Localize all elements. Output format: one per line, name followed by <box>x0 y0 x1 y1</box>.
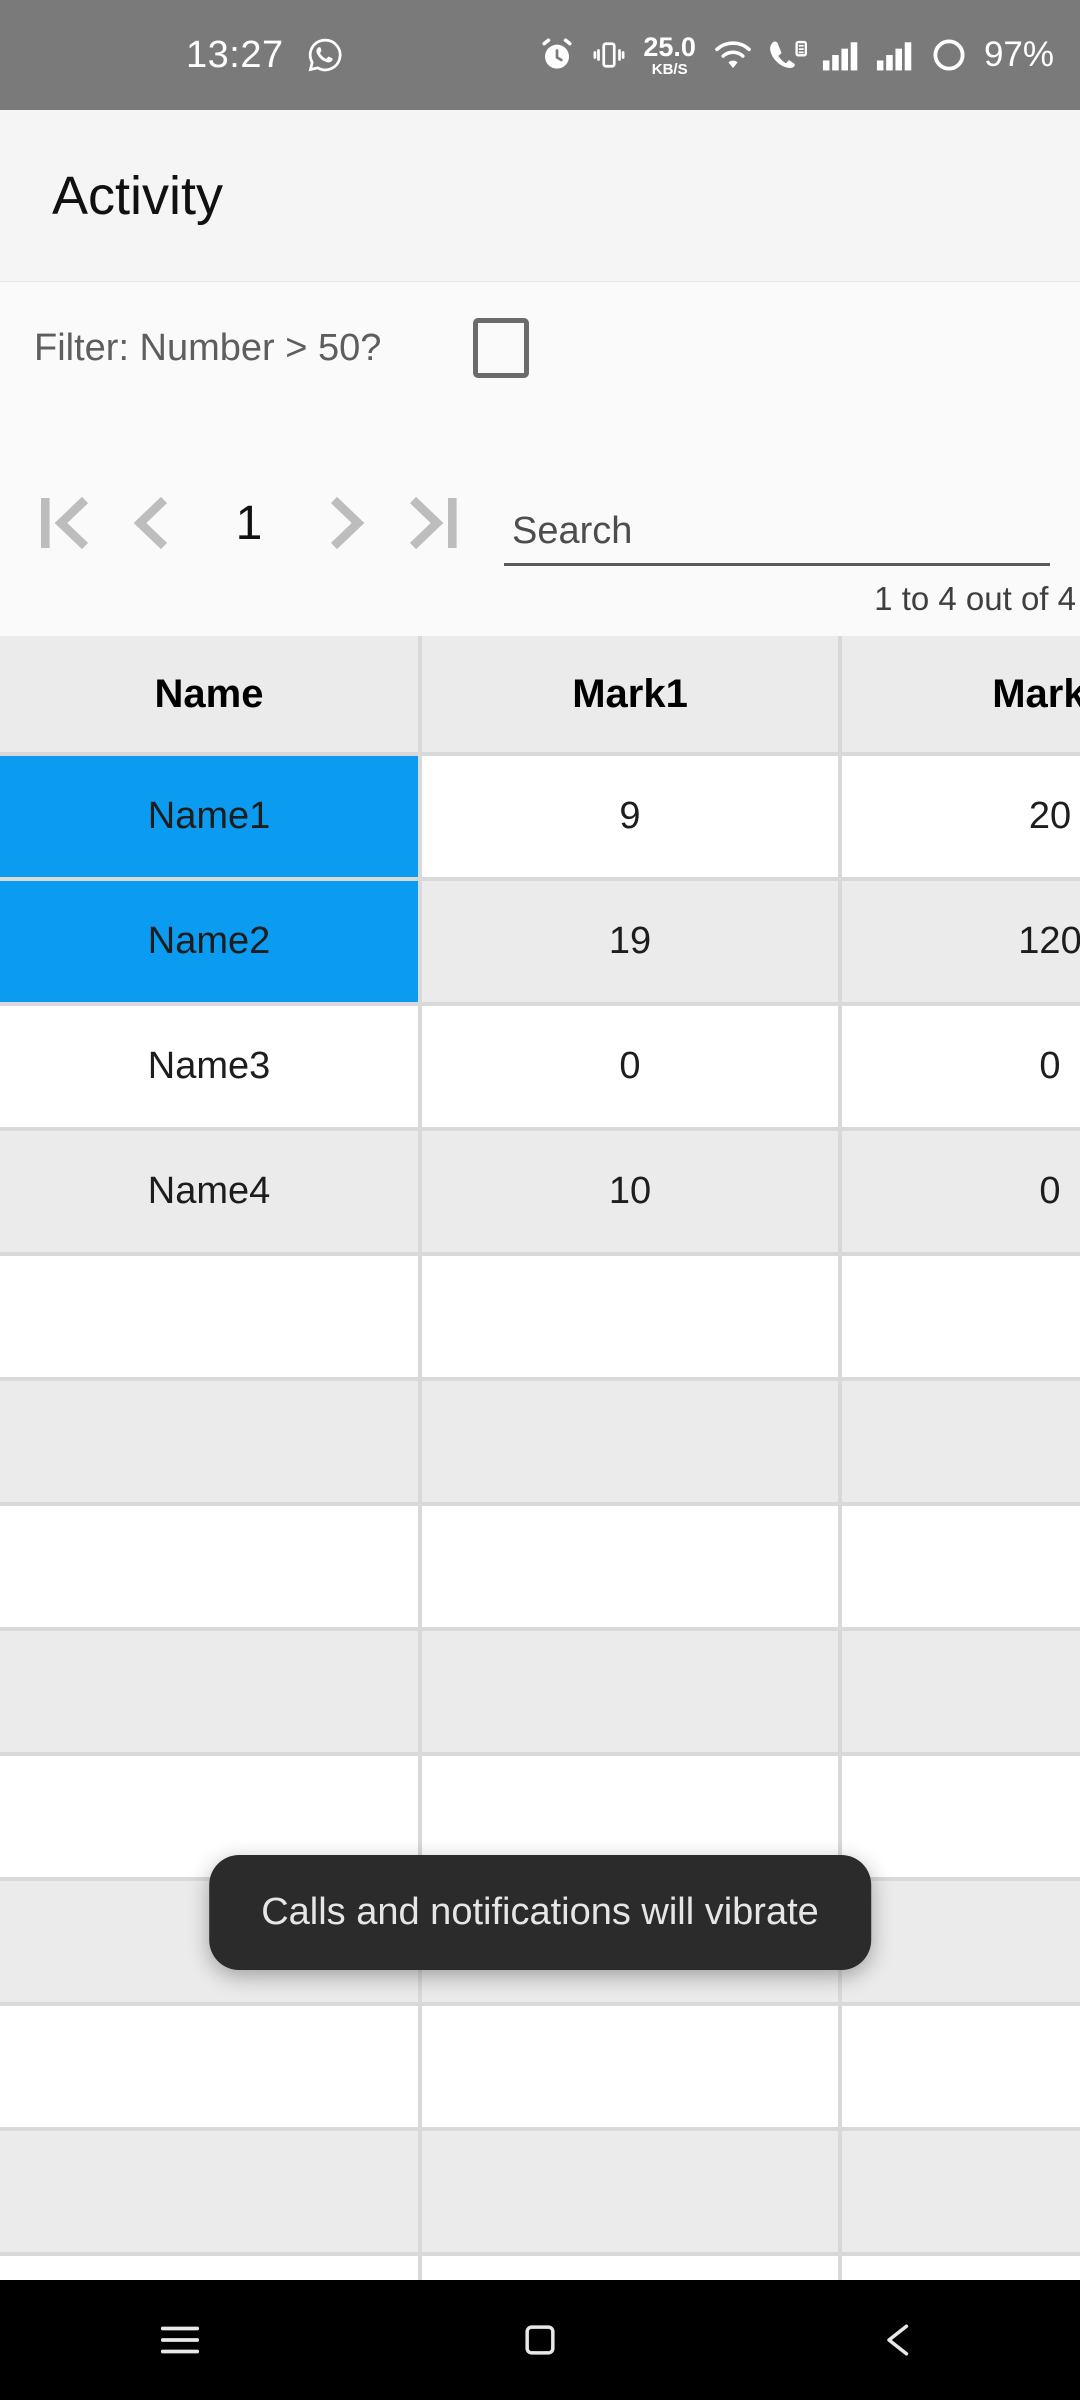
cell-mark1[interactable] <box>420 2254 842 2280</box>
cell-mark1[interactable]: 0 <box>420 1004 842 1131</box>
filter-label: Filter: Number > 50? <box>34 326 382 369</box>
signal-bars-icon <box>822 38 862 72</box>
table-row[interactable]: Name2 19 120 <box>0 879 1080 1006</box>
table-row[interactable] <box>0 2254 1080 2280</box>
network-speed-value: 25.0 <box>643 31 696 62</box>
record-count-row: 1 to 4 out of 4 <box>0 566 1080 636</box>
phone-screen: 13:27 25.0 KB/S 97% Activity Filter: Num… <box>0 0 1080 2400</box>
cell-mark2[interactable]: 120 <box>840 879 1080 1006</box>
cell-mark2[interactable] <box>840 1504 1080 1631</box>
network-speed-indicator: 25.0 KB/S <box>643 31 696 78</box>
cell-name[interactable]: Name3 <box>0 1004 422 1131</box>
table-header: Name Mark1 Mark2 <box>0 636 1080 756</box>
table-header-row: Name Mark1 Mark2 <box>0 636 1080 756</box>
search-input[interactable] <box>504 510 1050 566</box>
system-navigation-bar <box>0 2280 1080 2400</box>
network-speed-unit: KB/S <box>651 60 688 78</box>
search-field-container[interactable] <box>504 510 1080 566</box>
table-row[interactable] <box>0 1504 1080 1631</box>
cell-mark2[interactable] <box>840 1754 1080 1881</box>
cell-name[interactable] <box>0 1254 422 1381</box>
status-bar-left: 13:27 <box>186 36 344 74</box>
whatsapp-icon <box>306 36 344 74</box>
column-header-mark1[interactable]: Mark1 <box>420 636 842 756</box>
table-row[interactable]: Name1 9 20 <box>0 754 1080 881</box>
table-row[interactable] <box>0 1379 1080 1506</box>
filter-row: Filter: Number > 50? <box>0 282 1080 414</box>
record-count-label: 1 to 4 out of 4 <box>874 580 1076 617</box>
cell-mark2[interactable] <box>840 1379 1080 1506</box>
cell-mark1[interactable]: 9 <box>420 754 842 881</box>
cell-mark2[interactable]: 0 <box>840 1004 1080 1131</box>
app-bar: Activity <box>0 110 1080 282</box>
cell-mark2[interactable] <box>840 1254 1080 1381</box>
next-page-button[interactable] <box>304 480 390 566</box>
cell-name[interactable]: Name4 <box>0 1129 422 1256</box>
table-row[interactable] <box>0 1254 1080 1381</box>
cell-mark1[interactable]: 10 <box>420 1129 842 1256</box>
pagination-row: 1 <box>0 480 1080 566</box>
table-row[interactable]: Name4 10 0 <box>0 1129 1080 1256</box>
alarm-icon <box>537 35 577 75</box>
cell-name[interactable] <box>0 1379 422 1506</box>
cell-mark1[interactable] <box>420 1504 842 1631</box>
table-body: Name1 9 20 Name2 19 120 Name3 0 0 Name4 10 0 <box>0 754 1080 2280</box>
last-page-button[interactable] <box>390 480 476 566</box>
cell-name[interactable] <box>0 1504 422 1631</box>
cell-name[interactable] <box>0 2004 422 2131</box>
cell-mark1[interactable] <box>420 1254 842 1381</box>
status-bar: 13:27 25.0 KB/S 97% <box>0 0 1080 110</box>
cell-mark2[interactable] <box>840 1629 1080 1756</box>
current-page-label: 1 <box>235 496 263 550</box>
cell-name[interactable] <box>0 1629 422 1756</box>
table-row[interactable] <box>0 2129 1080 2256</box>
battery-percent-label: 97% <box>983 35 1054 74</box>
table-row[interactable] <box>0 2004 1080 2131</box>
cell-name[interactable] <box>0 2254 422 2280</box>
battery-circle-icon <box>930 36 968 74</box>
cell-name[interactable]: Name2 <box>0 879 422 1006</box>
cell-mark2[interactable]: 0 <box>840 1129 1080 1256</box>
call-forward-icon <box>768 37 808 73</box>
pagination-area: 1 1 to 4 out of 4 <box>0 414 1080 636</box>
cell-mark2[interactable]: 20 <box>840 754 1080 881</box>
signal-bars-icon <box>876 38 916 72</box>
status-bar-right: 25.0 KB/S 97% <box>537 31 1054 78</box>
table-row[interactable]: Name3 0 0 <box>0 1004 1080 1131</box>
vibrate-icon <box>591 37 627 73</box>
column-header-mark2[interactable]: Mark2 <box>840 636 1080 756</box>
cell-mark2[interactable] <box>840 1879 1080 2006</box>
cell-mark1[interactable] <box>420 1379 842 1506</box>
cell-name[interactable]: Name1 <box>0 754 422 881</box>
status-clock: 13:27 <box>186 34 284 76</box>
cell-mark1[interactable] <box>420 2129 842 2256</box>
wifi-icon <box>712 37 754 73</box>
page-title: Activity <box>52 165 224 226</box>
first-page-button[interactable] <box>22 480 108 566</box>
data-table: Name Mark1 Mark2 Name1920Name219120Name3… <box>0 636 1080 2280</box>
cell-mark1[interactable]: 19 <box>420 879 842 1006</box>
cell-mark2[interactable] <box>840 2254 1080 2280</box>
cell-mark1[interactable] <box>420 2004 842 2131</box>
cell-name[interactable] <box>0 2129 422 2256</box>
table-row[interactable] <box>0 1629 1080 1756</box>
back-triangle-icon[interactable] <box>840 2280 960 2400</box>
toast-message: Calls and notifications will vibrate <box>209 1855 871 1970</box>
data-table-container[interactable]: Name Mark1 Mark2 Name1920Name219120Name3… <box>0 636 1080 2280</box>
previous-page-button[interactable] <box>108 480 194 566</box>
filter-checkbox[interactable] <box>473 318 530 378</box>
cell-mark1[interactable] <box>420 1629 842 1756</box>
column-header-name[interactable]: Name <box>0 636 422 756</box>
cell-mark2[interactable] <box>840 2129 1080 2256</box>
cell-mark2[interactable] <box>840 2004 1080 2131</box>
home-square-icon[interactable] <box>480 2280 600 2400</box>
menu-icon[interactable] <box>120 2280 240 2400</box>
